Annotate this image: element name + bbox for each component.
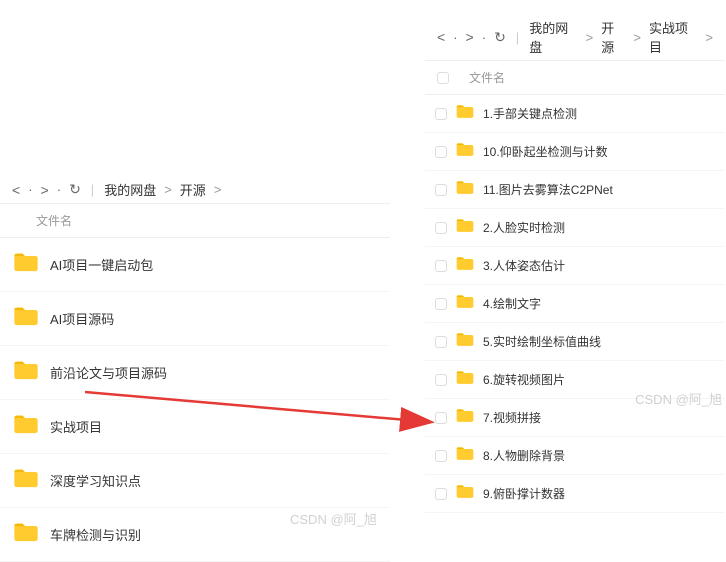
folder-icon bbox=[12, 249, 40, 280]
nav-dot: · bbox=[453, 30, 457, 45]
file-row[interactable]: 1.手部关键点检测 bbox=[425, 95, 725, 133]
refresh-button[interactable]: ↻ bbox=[494, 29, 506, 46]
folder-icon bbox=[455, 254, 475, 277]
row-checkbox[interactable] bbox=[435, 336, 447, 348]
file-name: 深度学习知识点 bbox=[50, 471, 141, 490]
column-header-row: 文件名 bbox=[425, 60, 725, 95]
file-row[interactable]: 深度学习知识点 bbox=[0, 454, 390, 508]
forward-button[interactable]: > bbox=[41, 182, 49, 198]
folder-icon bbox=[455, 406, 475, 429]
file-row[interactable]: AI项目源码 bbox=[0, 292, 390, 346]
nav-dot: · bbox=[28, 182, 32, 197]
folder-icon bbox=[12, 519, 40, 550]
file-name: 实战项目 bbox=[50, 417, 102, 436]
watermark: CSDN @阿_旭 bbox=[635, 389, 722, 408]
row-checkbox[interactable] bbox=[435, 108, 447, 120]
file-name: 10.仰卧起坐检测与计数 bbox=[483, 143, 608, 160]
row-checkbox[interactable] bbox=[435, 412, 447, 424]
column-header-row: 文件名 bbox=[0, 203, 390, 238]
folder-icon bbox=[12, 303, 40, 334]
file-name: 6.旋转视频图片 bbox=[483, 371, 565, 388]
refresh-button[interactable]: ↻ bbox=[69, 181, 81, 198]
column-name: 文件名 bbox=[36, 212, 72, 229]
folder-icon bbox=[455, 216, 475, 239]
breadcrumb-item[interactable]: 我的网盘 bbox=[529, 18, 577, 56]
left-panel: < · > · ↻ | 我的网盘 > 开源 > 文件名 AI项目一键启动包 AI… bbox=[0, 176, 390, 562]
row-checkbox[interactable] bbox=[435, 488, 447, 500]
nav-divider: | bbox=[516, 30, 519, 45]
file-name: 2.人脸实时检测 bbox=[483, 219, 565, 236]
row-checkbox[interactable] bbox=[435, 146, 447, 158]
row-checkbox[interactable] bbox=[435, 298, 447, 310]
file-name: AI项目一键启动包 bbox=[50, 255, 153, 274]
breadcrumb-sep: > bbox=[164, 182, 172, 197]
folder-icon bbox=[455, 292, 475, 315]
row-checkbox[interactable] bbox=[435, 184, 447, 196]
file-row[interactable]: 实战项目 bbox=[0, 400, 390, 454]
breadcrumb-sep: > bbox=[586, 30, 594, 45]
file-name: AI项目源码 bbox=[50, 309, 114, 328]
file-row[interactable]: 2.人脸实时检测 bbox=[425, 209, 725, 247]
file-name: 3.人体姿态估计 bbox=[483, 257, 565, 274]
file-row[interactable]: 11.图片去雾算法C2PNet bbox=[425, 171, 725, 209]
file-name: 7.视频拼接 bbox=[483, 409, 541, 426]
breadcrumb-item[interactable]: 开源 bbox=[601, 18, 625, 56]
breadcrumb-sep: > bbox=[705, 30, 713, 45]
breadcrumb-nav-right: < · > · ↻ | 我的网盘 > 开源 > 实战项目 > bbox=[425, 14, 725, 60]
folder-icon bbox=[12, 411, 40, 442]
folder-icon bbox=[455, 140, 475, 163]
file-row[interactable]: 3.人体姿态估计 bbox=[425, 247, 725, 285]
file-row[interactable]: AI项目一键启动包 bbox=[0, 238, 390, 292]
breadcrumb-sep: > bbox=[633, 30, 641, 45]
file-row[interactable]: 10.仰卧起坐检测与计数 bbox=[425, 133, 725, 171]
back-button[interactable]: < bbox=[437, 29, 445, 45]
file-name: 1.手部关键点检测 bbox=[483, 105, 577, 122]
file-list-right: 1.手部关键点检测 10.仰卧起坐检测与计数 11.图片去雾算法C2PNet 2… bbox=[425, 95, 725, 513]
file-row[interactable]: 5.实时绘制坐标值曲线 bbox=[425, 323, 725, 361]
file-row[interactable]: 4.绘制文字 bbox=[425, 285, 725, 323]
breadcrumb-item[interactable]: 我的网盘 bbox=[104, 180, 156, 199]
row-checkbox[interactable] bbox=[435, 450, 447, 462]
watermark: CSDN @阿_旭 bbox=[290, 509, 377, 528]
file-name: 11.图片去雾算法C2PNet bbox=[483, 181, 613, 198]
file-name: 8.人物删除背景 bbox=[483, 447, 565, 464]
folder-icon bbox=[455, 178, 475, 201]
breadcrumb-item[interactable]: 开源 bbox=[180, 180, 206, 199]
row-checkbox[interactable] bbox=[435, 260, 447, 272]
folder-icon bbox=[455, 444, 475, 467]
breadcrumb-item[interactable]: 实战项目 bbox=[649, 18, 697, 56]
row-checkbox[interactable] bbox=[435, 374, 447, 386]
nav-dot: · bbox=[57, 182, 61, 197]
folder-icon bbox=[455, 368, 475, 391]
file-row[interactable]: 8.人物删除背景 bbox=[425, 437, 725, 475]
file-name: 5.实时绘制坐标值曲线 bbox=[483, 333, 601, 350]
breadcrumb-sep: > bbox=[214, 182, 222, 197]
select-all-checkbox[interactable] bbox=[437, 72, 449, 84]
row-checkbox[interactable] bbox=[435, 222, 447, 234]
folder-icon bbox=[455, 482, 475, 505]
folder-icon bbox=[455, 330, 475, 353]
nav-divider: | bbox=[91, 182, 94, 197]
breadcrumb-nav-left: < · > · ↻ | 我的网盘 > 开源 > bbox=[0, 176, 390, 203]
folder-icon bbox=[455, 102, 475, 125]
file-name: 4.绘制文字 bbox=[483, 295, 541, 312]
file-name: 前沿论文与项目源码 bbox=[50, 363, 167, 382]
folder-icon bbox=[12, 465, 40, 496]
column-name: 文件名 bbox=[469, 69, 505, 86]
file-row[interactable]: 9.俯卧撑计数器 bbox=[425, 475, 725, 513]
back-button[interactable]: < bbox=[12, 182, 20, 198]
file-row[interactable]: 前沿论文与项目源码 bbox=[0, 346, 390, 400]
file-name: 9.俯卧撑计数器 bbox=[483, 485, 565, 502]
nav-dot: · bbox=[482, 30, 486, 45]
folder-icon bbox=[12, 357, 40, 388]
forward-button[interactable]: > bbox=[466, 29, 474, 45]
right-panel: < · > · ↻ | 我的网盘 > 开源 > 实战项目 > 文件名 1.手部关… bbox=[425, 14, 725, 513]
